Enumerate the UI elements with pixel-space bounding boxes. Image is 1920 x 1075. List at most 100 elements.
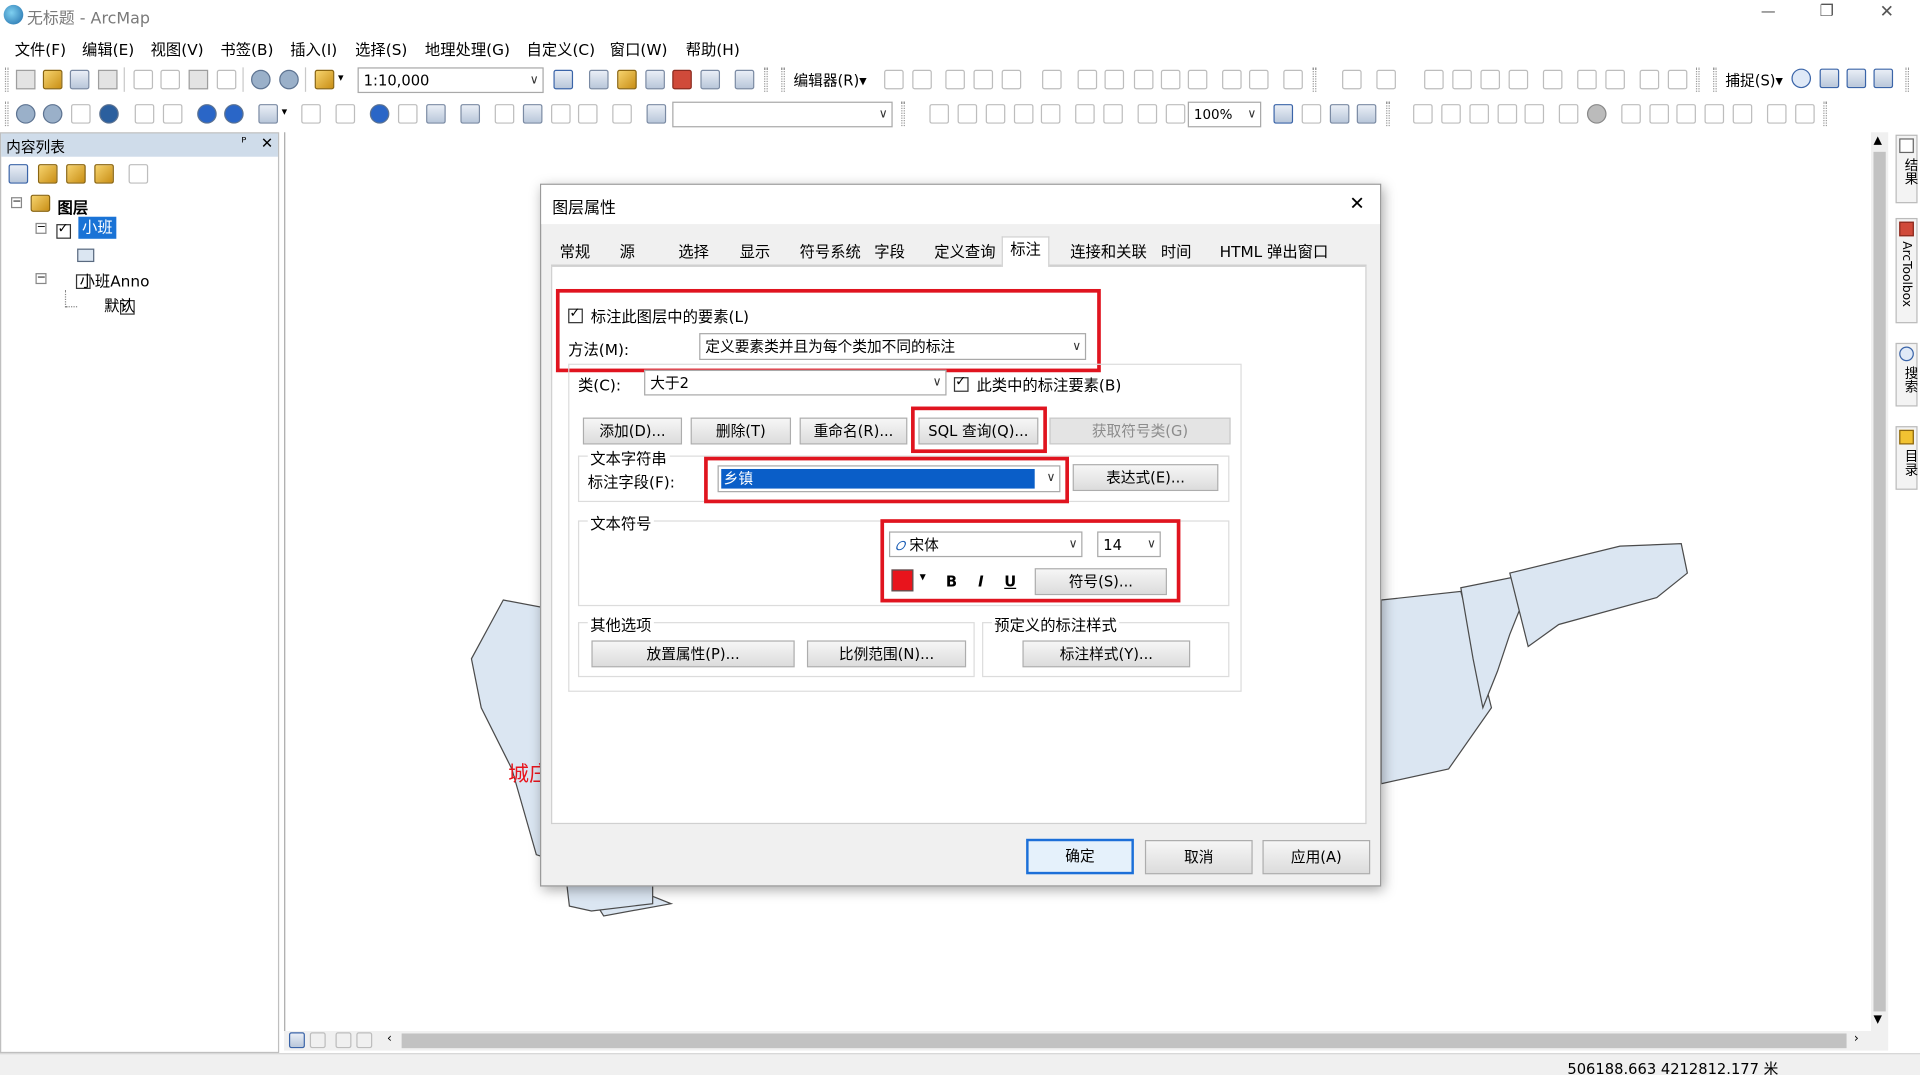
paste-icon[interactable]: [188, 69, 209, 90]
font-size-combo[interactable]: 14 ∨: [1097, 531, 1161, 558]
new-document-icon[interactable]: [15, 69, 36, 90]
end-snapping-icon[interactable]: [1819, 68, 1840, 89]
expand-collapse-icon[interactable]: −: [35, 272, 47, 285]
delete-icon[interactable]: [216, 69, 237, 90]
tab-display[interactable]: 显示: [732, 240, 777, 267]
align-edge-icon[interactable]: [1508, 69, 1529, 90]
topology-icon[interactable]: [1376, 69, 1396, 90]
splined-text-icon[interactable]: [1649, 104, 1669, 124]
zoom-100-icon[interactable]: [1040, 104, 1061, 124]
minimize-button[interactable]: —: [1761, 2, 1776, 19]
scroll-left-icon[interactable]: ‹: [387, 1032, 392, 1045]
fill-color-icon[interactable]: [1766, 104, 1787, 124]
edge-snapping-icon[interactable]: [1873, 68, 1894, 89]
editor-toolbar-icon[interactable]: [553, 69, 574, 90]
map-vertical-scrollbar[interactable]: ▲ ▼: [1871, 132, 1889, 1032]
fix-topology-icon[interactable]: [1577, 69, 1597, 90]
placement-properties-button[interactable]: 放置属性(P)...: [591, 640, 795, 668]
tab-selection[interactable]: 选择: [671, 240, 716, 267]
menu-edit[interactable]: 编辑(E): [82, 37, 134, 60]
toc-root-layers[interactable]: 图层: [58, 195, 89, 218]
list-by-source-icon[interactable]: [37, 164, 58, 184]
draw-polygon-icon[interactable]: [1441, 104, 1461, 124]
add-data-dropdown-icon[interactable]: ▾: [338, 72, 344, 84]
measure-icon[interactable]: [460, 104, 481, 124]
toc-close-icon[interactable]: ✕: [261, 135, 273, 152]
layout-zoom-out-icon[interactable]: [957, 104, 978, 124]
map-topology-icon[interactable]: [1452, 69, 1472, 90]
class-label-features-checkbox[interactable]: [953, 373, 969, 392]
toolbar-grip[interactable]: [4, 101, 9, 127]
redo-icon[interactable]: [279, 69, 299, 90]
menu-bookmarks[interactable]: 书签(B): [220, 37, 273, 60]
snapping-menu[interactable]: 捕捉(S)▾: [1725, 70, 1783, 91]
label-features-row[interactable]: 标注此图层中的要素(L): [568, 304, 1058, 326]
point-icon[interactable]: [1042, 69, 1062, 90]
class-combo[interactable]: 大于2 ∨: [644, 369, 947, 396]
menu-windows[interactable]: 窗口(W): [610, 37, 668, 60]
font-color-dropdown-icon[interactable]: ▾: [920, 571, 926, 584]
tab-general[interactable]: 常规: [552, 240, 597, 267]
italic-button[interactable]: I: [969, 568, 992, 593]
editor-menu[interactable]: 编辑器(R)▾: [793, 70, 866, 91]
python-window-icon[interactable]: [700, 69, 721, 90]
generalize-icon[interactable]: [1667, 69, 1688, 90]
toc-layer-xiaoban[interactable]: 小班: [78, 216, 117, 239]
label-field-combo[interactable]: 乡镇 ∨: [717, 465, 1061, 493]
add-class-button[interactable]: 添加(D)...: [582, 417, 683, 445]
toc-anno-default[interactable]: 默认: [104, 293, 135, 316]
tab-symbology[interactable]: 符号系统: [792, 240, 868, 267]
toolbar-grip[interactable]: [1386, 101, 1390, 127]
scroll-down-icon[interactable]: ▼: [1873, 1014, 1881, 1026]
tab-joins-relates[interactable]: 连接和关联: [1063, 240, 1154, 267]
class-label-features-row[interactable]: 此类中的标注要素(B): [953, 372, 1199, 394]
pan-hand-icon[interactable]: [71, 104, 91, 124]
tab-html-popup[interactable]: HTML 弹出窗口: [1212, 240, 1335, 267]
hyperlink-icon[interactable]: [397, 104, 418, 124]
find-route-icon[interactable]: [522, 104, 543, 124]
expand-collapse-icon[interactable]: −: [11, 197, 23, 209]
table-of-contents-icon[interactable]: [588, 69, 609, 90]
validate-topology-icon[interactable]: [1542, 69, 1563, 90]
tab-source[interactable]: 源: [612, 240, 642, 267]
dock-tab-catalog[interactable]: 目录: [1895, 426, 1919, 490]
toolbar-grip[interactable]: [1312, 67, 1317, 92]
draw-circle-icon[interactable]: [1586, 104, 1607, 124]
toolbar-grip[interactable]: [1905, 67, 1909, 92]
georeferencing-icon[interactable]: [1342, 69, 1362, 90]
model-builder-icon[interactable]: [734, 69, 755, 90]
menu-help[interactable]: 帮助(H): [686, 37, 740, 60]
rename-class-button[interactable]: 重命名(R)...: [799, 417, 908, 445]
error-inspector-icon[interactable]: [1605, 69, 1625, 90]
tab-definition-query[interactable]: 定义查询: [927, 240, 1003, 267]
toolbar-grip[interactable]: [901, 101, 905, 127]
label-features-checkbox[interactable]: [568, 304, 583, 323]
toggle-draft-mode-icon[interactable]: [1273, 104, 1294, 124]
end-point-arc-icon[interactable]: [973, 69, 994, 90]
topology-edit-icon[interactable]: [1424, 69, 1444, 90]
method-combo[interactable]: 定义要素类并且为每个类加不同的标注 ∨: [699, 333, 1087, 361]
tab-time[interactable]: 时间: [1153, 240, 1198, 267]
clear-selection-icon[interactable]: [301, 104, 321, 124]
toolbar-grip[interactable]: [1713, 67, 1717, 92]
undo-icon[interactable]: [251, 69, 271, 90]
arctoolbox-icon[interactable]: [672, 69, 692, 90]
identify-icon[interactable]: [369, 104, 390, 124]
horizontal-scroll-thumb[interactable]: [401, 1033, 1847, 1049]
dock-tab-arctoolbox[interactable]: ArcToolbox: [1895, 217, 1918, 324]
title-icon[interactable]: [1732, 104, 1753, 124]
delete-class-button[interactable]: 删除(T): [690, 417, 792, 445]
html-popup-icon[interactable]: [426, 104, 446, 124]
print-icon[interactable]: [97, 69, 118, 90]
fixed-zoom-in-icon[interactable]: [134, 104, 155, 124]
zoom-in-icon[interactable]: [15, 104, 36, 124]
get-symbol-classes-button[interactable]: 获取符号类(G): [1049, 417, 1231, 445]
toolbar-grip[interactable]: [4, 67, 9, 92]
toc-layer-xiaoban-anno[interactable]: 小班Anno: [80, 268, 150, 291]
edit-tool-icon[interactable]: [884, 69, 904, 90]
straight-segment-icon[interactable]: [945, 69, 965, 90]
fixed-zoom-out-icon[interactable]: [162, 104, 183, 124]
menu-selection[interactable]: 选择(S): [355, 37, 407, 60]
go-back-extent-icon[interactable]: [1137, 104, 1158, 124]
callout-icon[interactable]: [1676, 104, 1696, 124]
